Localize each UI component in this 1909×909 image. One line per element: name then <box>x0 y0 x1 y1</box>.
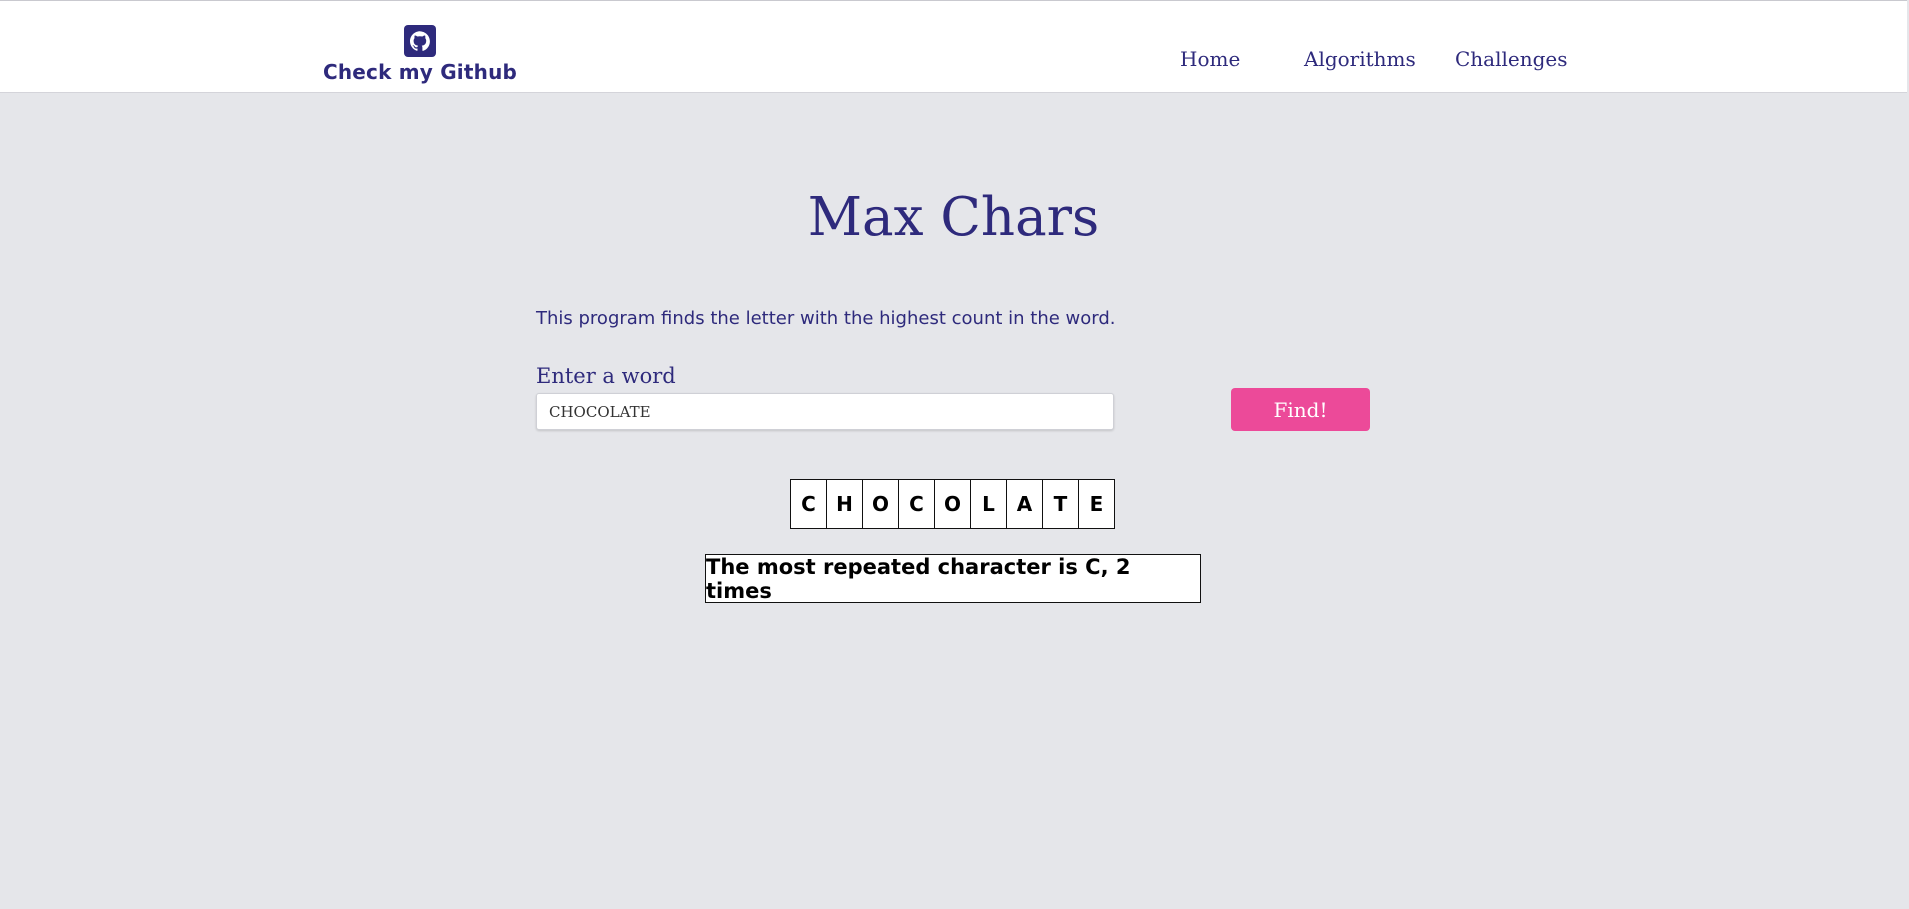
letter-cell: A <box>1007 480 1043 528</box>
nav-link-challenges[interactable]: Challenges <box>1455 45 1568 73</box>
letter-cell: T <box>1043 480 1079 528</box>
letter-cell: C <box>791 480 827 528</box>
letter-cell: L <box>971 480 1007 528</box>
github-icon <box>404 25 436 57</box>
result-box: The most repeated character is C, 2 time… <box>705 554 1201 603</box>
letter-cell: O <box>935 480 971 528</box>
find-button[interactable]: Find! <box>1231 388 1370 431</box>
word-input-label: Enter a word <box>536 364 676 388</box>
navbar: Check my Github Home Algorithms Challeng… <box>0 0 1907 93</box>
page-title: Max Chars <box>807 187 1100 248</box>
letter-cell: E <box>1089 492 1104 516</box>
letter-cell: O <box>863 480 899 528</box>
brand-label: Check my Github <box>322 60 518 84</box>
github-link[interactable]: Check my Github <box>320 25 520 84</box>
letter-boxes: C H O C O L A T E <box>790 479 1115 529</box>
letter-cell: H <box>827 480 863 528</box>
nav-link-algorithms[interactable]: Algorithms <box>1304 45 1416 73</box>
word-input[interactable] <box>536 393 1114 430</box>
program-description: This program finds the letter with the h… <box>536 308 1116 329</box>
letter-cell: C <box>899 480 935 528</box>
nav-link-home[interactable]: Home <box>1180 45 1240 73</box>
